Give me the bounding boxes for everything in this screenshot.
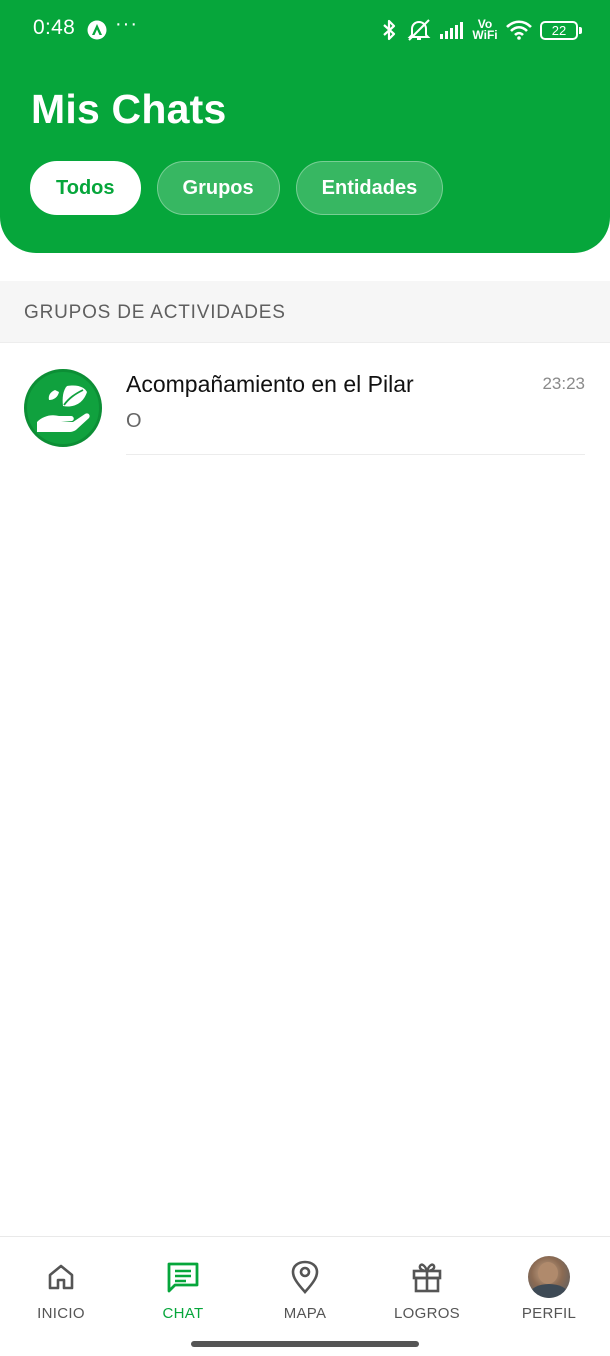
chat-list-item[interactable]: Acompañamiento en el Pilar 23:23 O <box>0 344 610 456</box>
bottom-navigation: INICIO CHAT MAPA LOGROS PERFIL <box>0 1236 610 1356</box>
filter-todos[interactable]: Todos <box>30 161 141 215</box>
nav-label: CHAT <box>162 1305 204 1322</box>
signal-icon <box>440 21 464 39</box>
home-icon <box>6 1257 116 1297</box>
avatar <box>528 1256 570 1298</box>
nav-label: INICIO <box>37 1305 85 1322</box>
hand-leaf-icon <box>24 369 102 447</box>
nav-label: PERFIL <box>521 1305 577 1322</box>
vowifi-indicator: Vo WiFi <box>472 17 498 42</box>
status-icons: Vo WiFi 22 <box>380 16 582 44</box>
gift-icon <box>372 1257 482 1297</box>
app-notification-icon <box>87 20 107 40</box>
nav-perfil[interactable]: PERFIL <box>494 1256 604 1322</box>
chat-icon <box>128 1257 238 1297</box>
battery-icon: 22 <box>540 20 582 40</box>
nav-inicio[interactable]: INICIO <box>6 1257 116 1322</box>
wifi-icon <box>506 20 532 40</box>
nav-label: LOGROS <box>394 1305 460 1322</box>
muted-bell-icon <box>406 18 432 42</box>
divider <box>126 454 585 455</box>
section-header: GRUPOS DE ACTIVIDADES <box>0 281 610 343</box>
chat-last-message: O <box>126 410 142 432</box>
chat-timestamp: 23:23 <box>542 374 585 393</box>
status-bar: 0:48 ··· Vo WiFi 22 <box>0 0 610 60</box>
chat-name: Acompañamiento en el Pilar <box>126 371 414 397</box>
more-notifications-icon: ··· <box>115 13 138 35</box>
app-header: 0:48 ··· Vo WiFi 22 Mis Chats Todos Grup… <box>0 0 610 253</box>
nav-mapa[interactable]: MAPA <box>250 1257 360 1322</box>
nav-chat[interactable]: CHAT <box>128 1257 238 1322</box>
page-title: Mis Chats <box>31 86 227 132</box>
section-title: GRUPOS DE ACTIVIDADES <box>24 302 286 323</box>
nav-label: MAPA <box>283 1305 327 1322</box>
status-time: 0:48 <box>33 16 76 39</box>
bluetooth-icon <box>380 18 398 42</box>
chat-filter-tabs: Todos Grupos Entidades <box>30 161 444 215</box>
filter-entidades[interactable]: Entidades <box>295 161 444 215</box>
nav-logros[interactable]: LOGROS <box>372 1257 482 1322</box>
map-pin-icon <box>250 1257 360 1297</box>
home-indicator[interactable] <box>191 1341 419 1347</box>
filter-grupos[interactable]: Grupos <box>156 161 280 215</box>
